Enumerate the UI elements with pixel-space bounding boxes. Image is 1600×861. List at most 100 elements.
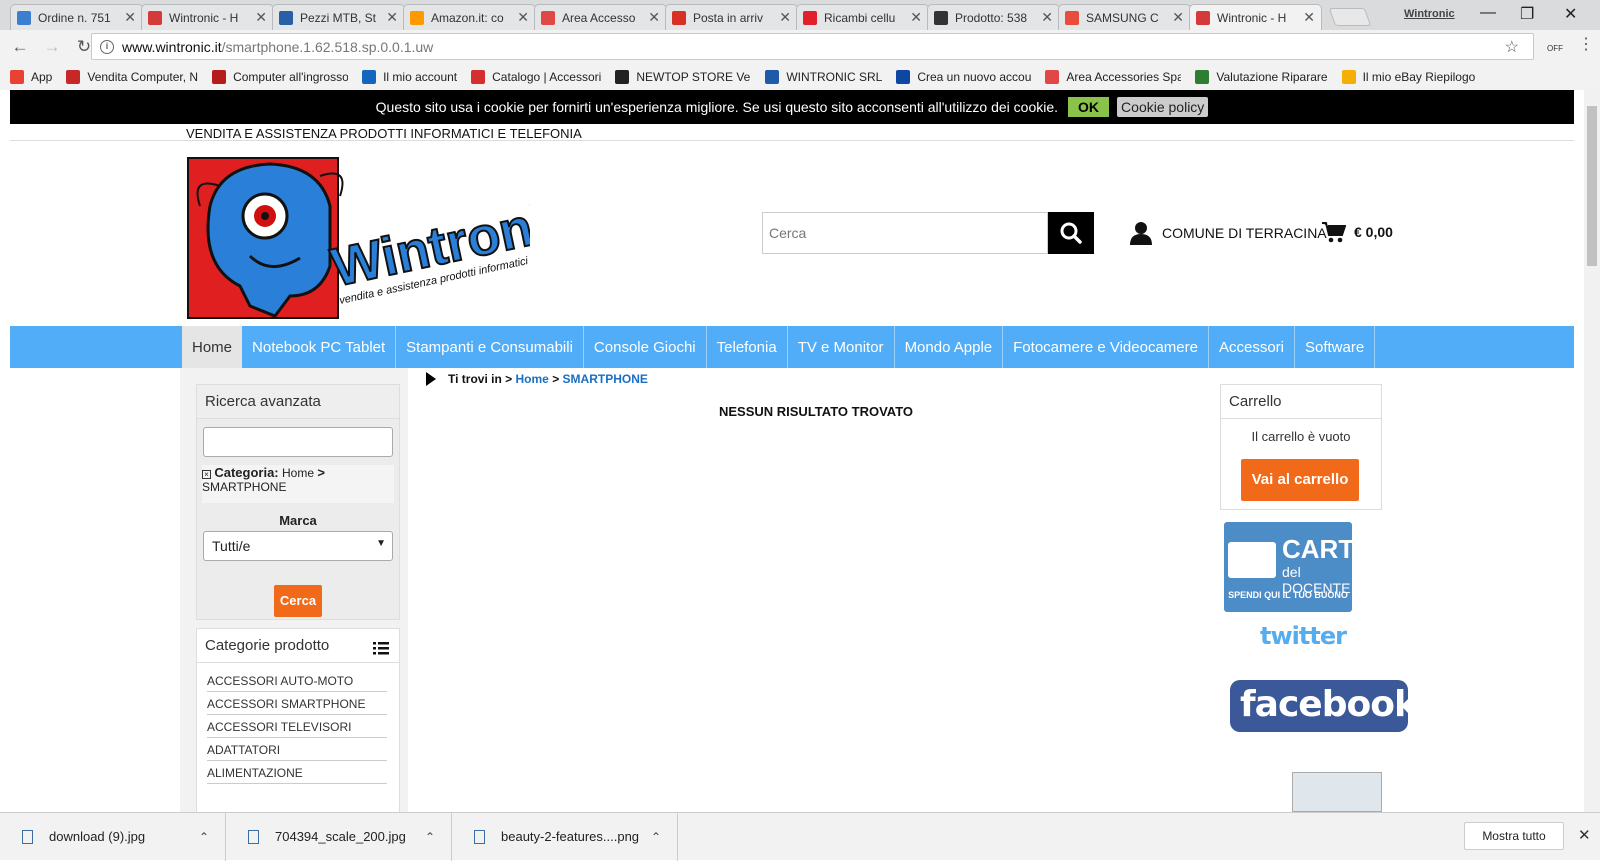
menu-item[interactable]: Fotocamere e Videocamere <box>1003 326 1209 368</box>
menu-item[interactable]: Accessori <box>1209 326 1295 368</box>
tab-close-icon[interactable]: ✕ <box>255 9 267 26</box>
tab-close-icon[interactable]: ✕ <box>386 9 398 26</box>
download-filename: 704394_scale_200.jpg <box>275 829 406 844</box>
tab-close-icon[interactable]: ✕ <box>779 9 791 26</box>
cookie-ok-button[interactable]: OK <box>1068 97 1110 117</box>
menu-item[interactable]: Console Giochi <box>584 326 707 368</box>
cart-box: Carrello Il carrello è vuoto Vai al carr… <box>1220 384 1382 510</box>
page-scrollbar[interactable] <box>1584 90 1600 812</box>
category-item[interactable]: ACCESSORI AUTO-MOTO <box>207 669 387 692</box>
advanced-search-input[interactable] <box>203 427 393 457</box>
tab-close-icon[interactable]: ✕ <box>910 9 922 26</box>
bookmark-label: Computer all'ingrosso <box>233 70 349 84</box>
browser-tab[interactable]: Amazon.it: co ✕ <box>403 4 536 30</box>
tab-close-icon[interactable]: ✕ <box>1172 9 1184 26</box>
bookmark-item[interactable]: Catalogo | Accessori <box>471 70 601 84</box>
search-input[interactable]: Cerca <box>762 212 1048 254</box>
extension-icon[interactable]: OFF <box>1545 36 1565 56</box>
bookmark-item[interactable]: WINTRONIC SRL <box>765 70 882 84</box>
tab-close-icon[interactable]: ✕ <box>124 9 136 26</box>
close-downloads-icon[interactable]: ✕ <box>1578 826 1591 844</box>
bookmark-item[interactable]: Area Accessories Spa <box>1045 70 1181 84</box>
advanced-search-button[interactable]: Cerca <box>274 585 322 617</box>
bookmark-item[interactable]: Computer all'ingrosso <box>212 70 348 84</box>
category-item[interactable]: ACCESSORI SMARTPHONE <box>207 692 387 715</box>
bookmark-favicon-icon <box>66 70 81 84</box>
breadcrumb-arrow-icon <box>426 372 436 386</box>
list-icon[interactable] <box>373 641 389 655</box>
menu-item[interactable]: TV e Monitor <box>788 326 895 368</box>
profile-name[interactable]: Wintronic <box>1404 8 1455 20</box>
info-icon[interactable]: i <box>100 39 114 54</box>
back-icon[interactable]: ← <box>8 37 32 57</box>
bookmark-item[interactable]: Crea un nuovo accou <box>896 70 1031 84</box>
bookmark-item[interactable]: Vendita Computer, N <box>66 70 198 84</box>
menu-item[interactable]: Telefonia <box>707 326 788 368</box>
category-home-link[interactable]: Home <box>282 466 314 480</box>
go-to-cart-button[interactable]: Vai al carrello <box>1241 459 1359 501</box>
chevron-up-icon[interactable]: ⌃ <box>425 830 435 844</box>
bookmark-item[interactable]: Il mio account <box>362 70 457 84</box>
search-button[interactable] <box>1048 212 1094 254</box>
scrollbar-thumb[interactable] <box>1587 106 1597 266</box>
browser-tab[interactable]: Ordine n. 751 ✕ <box>10 4 143 30</box>
menu-item[interactable]: Mondo Apple <box>895 326 1004 368</box>
download-item[interactable]: 704394_scale_200.jpg ⌃ <box>226 812 452 861</box>
restore-icon[interactable]: ❐ <box>1520 4 1534 24</box>
close-window-icon[interactable]: ✕ <box>1564 4 1577 24</box>
bookmark-label: WINTRONIC SRL <box>786 70 883 84</box>
tab-close-icon[interactable]: ✕ <box>1303 9 1315 26</box>
file-icon <box>248 829 259 844</box>
file-icon <box>474 829 485 844</box>
browser-tab[interactable]: Prodotto: 538 ✕ <box>927 4 1060 30</box>
cookie-policy-button[interactable]: Cookie policy <box>1117 97 1209 117</box>
forward-icon[interactable]: → <box>40 37 64 57</box>
user-account[interactable]: COMUNE DI TERRACINA <box>1130 221 1327 245</box>
category-item[interactable]: ALIMENTAZIONE <box>207 761 387 784</box>
bookmark-item[interactable]: App <box>10 70 52 84</box>
breadcrumb-home[interactable]: Home <box>516 372 549 386</box>
browser-tab[interactable]: Pezzi MTB, St ✕ <box>272 4 405 30</box>
bookmark-item[interactable]: Valutazione Riparare <box>1195 70 1328 84</box>
tab-close-icon[interactable]: ✕ <box>1041 9 1053 26</box>
browser-tab[interactable]: Wintronic - H ✕ <box>1189 4 1322 30</box>
tab-close-icon[interactable]: ✕ <box>648 9 660 26</box>
facebook-logo[interactable]: facebook <box>1230 680 1418 732</box>
product-thumbnail[interactable] <box>1292 772 1382 812</box>
new-tab-button[interactable] <box>1328 8 1372 26</box>
browser-menu-icon[interactable]: ⋮ <box>1578 34 1594 54</box>
header-cart[interactable]: € 0,00 <box>1322 221 1393 243</box>
breadcrumb-separator: > <box>505 372 513 386</box>
remove-filter-icon[interactable]: × <box>202 470 211 479</box>
bookmark-item[interactable]: Il mio eBay Riepilogo <box>1341 70 1476 84</box>
browser-tab[interactable]: Wintronic - H ✕ <box>141 4 274 30</box>
bookmark-label: Il mio eBay Riepilogo <box>1362 70 1476 84</box>
wintronic-logo[interactable]: Wintronic vendita e assistenza prodotti … <box>180 146 530 322</box>
browser-tab[interactable]: Posta in arriv ✕ <box>665 4 798 30</box>
show-all-downloads-button[interactable]: Mostra tutto <box>1464 822 1564 850</box>
twitter-logo[interactable]: twitter <box>1260 622 1347 650</box>
bookmark-star-icon[interactable]: ☆ <box>1505 37 1519 57</box>
menu-item[interactable]: Stampanti e Consumabili <box>396 326 584 368</box>
category-item[interactable]: ACCESSORI TELEVISORI <box>207 715 387 738</box>
url-bar[interactable]: i www.wintronic.it/smartphone.1.62.518.s… <box>91 33 1534 60</box>
chevron-up-icon[interactable]: ⌃ <box>199 830 209 844</box>
browser-tab[interactable]: Ricambi cellu ✕ <box>796 4 929 30</box>
menu-item[interactable]: Software <box>1295 326 1376 368</box>
bookmark-item[interactable]: NEWTOP STORE Vend <box>615 70 751 84</box>
browser-tab[interactable]: Area Accesso ✕ <box>534 4 667 30</box>
carta-docente-banner[interactable]: CARTA del DOCENTE SPENDI QUI IL TUO BUON… <box>1224 522 1371 612</box>
breadcrumb-separator: > <box>552 372 560 386</box>
minimize-icon[interactable]: — <box>1480 4 1496 22</box>
brand-select[interactable]: Tutti/e ▼ <box>203 531 393 561</box>
breadcrumb-current[interactable]: SMARTPHONE <box>563 372 648 386</box>
bookmark-label: Il mio account <box>383 70 458 84</box>
tab-close-icon[interactable]: ✕ <box>517 9 529 26</box>
download-item[interactable]: download (9).jpg ⌃ <box>0 812 226 861</box>
chevron-up-icon[interactable]: ⌃ <box>651 830 661 844</box>
menu-item[interactable]: Notebook PC Tablet <box>242 326 397 368</box>
browser-tab[interactable]: SAMSUNG C ✕ <box>1058 4 1191 30</box>
menu-item[interactable]: Home <box>182 326 243 368</box>
category-item[interactable]: ADATTATORI <box>207 738 387 761</box>
download-item[interactable]: beauty-2-features....png ⌃ <box>452 812 678 861</box>
